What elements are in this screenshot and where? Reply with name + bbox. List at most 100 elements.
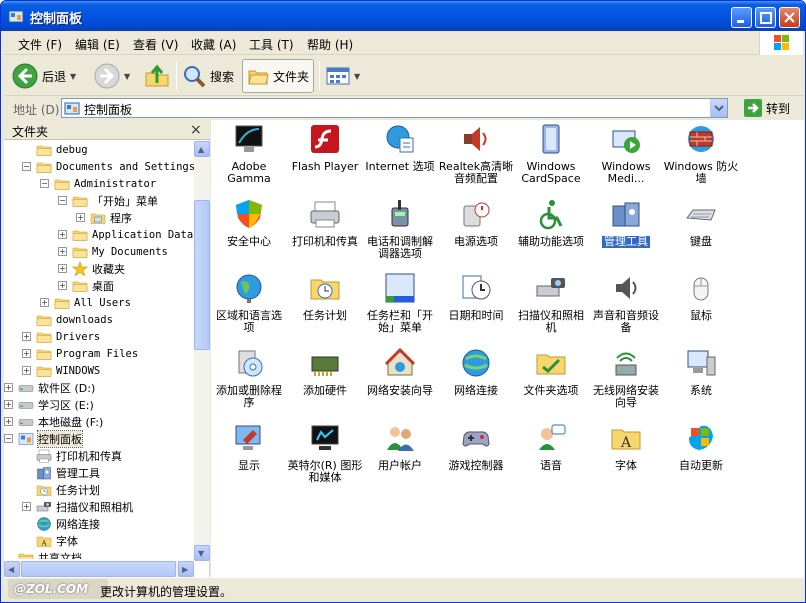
tree-item[interactable]: − 控制面板 [4,429,83,448]
back-dropdown-icon[interactable]: ▼ [70,72,76,81]
views-dropdown-icon[interactable]: ▼ [354,72,360,81]
expand-icon[interactable]: + [40,298,49,307]
address-input[interactable]: 控制面板 [61,98,728,118]
control-panel-item[interactable]: 键盘 [663,198,739,273]
maximize-button[interactable] [755,7,776,28]
control-panel-item[interactable]: 无线网络安装向导 [588,347,664,422]
scroll-up-button[interactable]: ▲ [194,141,210,157]
horizontal-scrollbar[interactable]: ◀ ▶ [4,561,194,577]
control-panel-item[interactable]: 自动更新 [663,422,739,497]
control-panel-item[interactable]: Windows CardSpace [513,123,589,198]
tree-item[interactable]: − Documents and Settings [22,158,194,175]
control-panel-item[interactable]: Windows Medi... [588,123,664,198]
forward-button[interactable]: ▼ [94,59,130,93]
control-panel-item[interactable]: 英特尔(R) 图形和媒体 [287,422,363,497]
control-panel-item[interactable]: 声音和音频设备 [588,272,664,347]
title-bar[interactable]: 控制面板 [1,1,805,31]
expand-icon[interactable]: + [58,230,67,239]
close-button[interactable] [779,7,800,28]
go-button[interactable]: 转到 [744,98,790,118]
scroll-thumb[interactable] [194,200,210,350]
collapse-icon[interactable]: − [40,179,49,188]
collapse-icon[interactable]: − [22,162,31,171]
collapse-icon[interactable]: − [58,196,67,205]
tree-item[interactable]: downloads [22,311,113,328]
forward-dropdown-icon[interactable]: ▼ [124,72,130,81]
control-panel-item[interactable]: 打印机和传真 [287,198,363,273]
expand-icon[interactable]: + [76,213,85,222]
expand-icon[interactable]: + [58,281,67,290]
tree-item[interactable]: + 程序 [76,209,132,226]
tree-item[interactable]: 打印机和传真 [22,447,122,464]
control-panel-item[interactable]: 系统 [663,347,739,422]
control-panel-item[interactable]: 管理工具 [588,198,664,273]
tree-item[interactable]: + 扫描仪和照相机 [22,498,133,515]
views-button[interactable]: ▼ [326,59,360,93]
tree-item[interactable]: − Administrator [40,175,156,192]
menu-file[interactable]: 文件 (F) [18,36,62,53]
tree-item[interactable]: 任务计划 [22,481,100,498]
folder-pane-close-icon[interactable]: × [190,122,202,138]
tree-item[interactable]: A 字体 [22,532,78,549]
expand-icon[interactable]: + [22,502,31,511]
control-panel-item[interactable]: Realtek高清晰音频配置 [438,123,514,198]
control-panel-item[interactable]: 游戏控制器 [438,422,514,497]
menu-help[interactable]: 帮助 (H) [307,36,353,53]
control-panel-item[interactable]: 文件夹选项 [513,347,589,422]
tree-item[interactable]: − 「开始」菜单 [58,192,158,209]
control-panel-item[interactable]: A 字体 [588,422,664,497]
control-panel-item[interactable]: Windows 防火墙 [663,123,739,198]
menu-tools[interactable]: 工具 (T) [249,36,294,53]
control-panel-item[interactable]: 添加或删除程序 [211,347,287,422]
tree-item[interactable]: + 软件区 (D:) [4,379,95,396]
vertical-scrollbar[interactable]: ▲ ▼ [194,141,210,561]
control-panel-item[interactable]: 安全中心 [211,198,287,273]
control-panel-item[interactable]: 任务栏和「开始」菜单 [362,272,438,347]
control-panel-item[interactable]: 网络连接 [438,347,514,422]
control-panel-item[interactable]: 任务计划 [287,272,363,347]
up-folder-button[interactable] [144,59,170,93]
control-panel-item[interactable]: 添加硬件 [287,347,363,422]
tree-item[interactable]: 管理工具 [22,464,100,481]
expand-icon[interactable]: + [22,366,31,375]
control-panel-item[interactable]: 辅助功能选项 [513,198,589,273]
control-panel-item[interactable]: 网络安装向导 [362,347,438,422]
control-panel-item[interactable]: 显示 [211,422,287,497]
control-panel-item[interactable]: Flash Player [287,123,363,198]
tree-item[interactable]: debug [22,141,88,158]
control-panel-item[interactable]: 电源选项 [438,198,514,273]
tree-item[interactable]: + 学习区 (E:) [4,396,94,413]
tree-item[interactable]: + All Users [40,294,131,311]
back-button[interactable]: 后退 ▼ [12,59,76,93]
menu-view[interactable]: 查看 (V) [133,36,178,53]
menu-edit[interactable]: 编辑 (E) [75,36,120,53]
scroll-right-button[interactable]: ▶ [178,561,194,577]
expand-icon[interactable]: + [4,383,13,392]
scroll-down-button[interactable]: ▼ [194,545,210,561]
control-panel-item[interactable]: 扫描仪和照相机 [513,272,589,347]
control-panel-item[interactable]: 语音 [513,422,589,497]
expand-icon[interactable]: + [4,417,13,426]
tree-item[interactable]: + My Documents [58,243,168,260]
tree-item[interactable]: + 本地磁盘 (F:) [4,413,103,430]
control-panel-item[interactable]: 区域和语言选项 [211,272,287,347]
expand-icon[interactable]: + [22,349,31,358]
folders-button[interactable]: 文件夹 [242,59,315,93]
collapse-icon[interactable]: − [4,434,13,443]
control-panel-item[interactable]: 用户帐户 [362,422,438,497]
tree-item[interactable]: + Application Data [58,226,193,243]
tree-item[interactable]: + WINDOWS [22,362,100,379]
tree-item[interactable]: 共享文档 [4,549,82,559]
scroll-thumb-horizontal[interactable] [21,561,176,577]
expand-icon[interactable]: + [4,400,13,409]
tree-item[interactable]: 网络连接 [22,515,100,532]
search-button[interactable]: 搜索 [182,59,234,93]
address-dropdown-button[interactable] [710,99,727,117]
control-panel-item[interactable]: 日期和时间 [438,272,514,347]
control-panel-item[interactable]: 鼠标 [663,272,739,347]
control-panel-item[interactable]: Internet 选项 [362,123,438,198]
expand-icon[interactable]: + [22,332,31,341]
menu-favorites[interactable]: 收藏 (A) [191,36,236,53]
scroll-left-button[interactable]: ◀ [4,561,20,577]
control-panel-item[interactable]: Adobe Gamma [211,123,287,198]
